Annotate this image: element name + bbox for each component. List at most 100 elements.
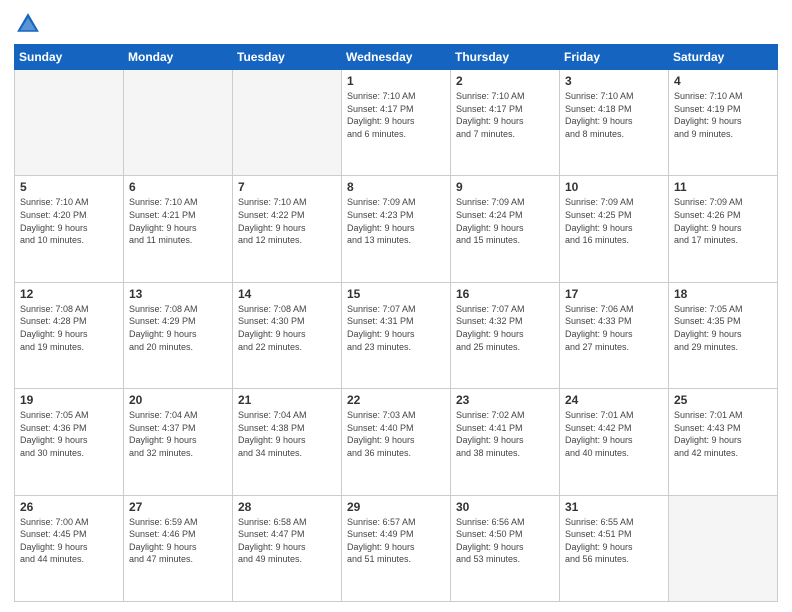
calendar-cell: 23Sunrise: 7:02 AM Sunset: 4:41 PM Dayli… — [451, 389, 560, 495]
day-number: 7 — [238, 180, 336, 194]
weekday-header-row: SundayMondayTuesdayWednesdayThursdayFrid… — [15, 45, 778, 70]
weekday-header-friday: Friday — [560, 45, 669, 70]
calendar-cell: 3 Sunrise: 7:10 AM Sunset: 4:18 PM Daylig… — [560, 70, 669, 176]
week-row-0: 1 Sunrise: 7:10 AM Sunset: 4:17 PM Daylig… — [15, 70, 778, 176]
logo — [14, 10, 46, 38]
day-info: Sunrise: 7:10 AM Sunset: 4:18 PM Dayligh… — [565, 90, 663, 140]
day-info: Sunrise: 7:03 AM Sunset: 4:40 PM Dayligh… — [347, 409, 445, 459]
calendar-cell: 12 Sunrise: 7:08 AM Sunset: 4:28 PM Dayli… — [15, 282, 124, 388]
day-info: Sunrise: 7:09 AM Sunset: 4:23 PM Dayligh… — [347, 196, 445, 246]
day-number: 6 — [129, 180, 227, 194]
day-info: Sunrise: 7:10 AM Sunset: 4:21 PM Dayligh… — [129, 196, 227, 246]
calendar-cell: 8 Sunrise: 7:09 AM Sunset: 4:23 PM Daylig… — [342, 176, 451, 282]
day-number: 17 — [565, 287, 663, 301]
day-number: 29 — [347, 500, 445, 514]
calendar-cell: 4Sunrise: 7:10 AM Sunset: 4:19 PM Daylig… — [669, 70, 778, 176]
week-row-4: 26Sunrise: 7:00 AM Sunset: 4:45 PM Dayli… — [15, 495, 778, 601]
calendar-cell: 1 Sunrise: 7:10 AM Sunset: 4:17 PM Daylig… — [342, 70, 451, 176]
calendar-cell: 17 Sunrise: 7:06 AM Sunset: 4:33 PM Dayli… — [560, 282, 669, 388]
calendar-cell — [233, 70, 342, 176]
weekday-header-thursday: Thursday — [451, 45, 560, 70]
day-info: Sunrise: 7:07 AM Sunset: 4:31 PM Dayligh… — [347, 303, 445, 353]
calendar-cell: 19 Sunrise: 7:05 AM Sunset: 4:36 PM Dayli… — [15, 389, 124, 495]
calendar-cell: 20 Sunrise: 7:04 AM Sunset: 4:37 PM Dayli… — [124, 389, 233, 495]
calendar-cell: 10Sunrise: 7:09 AM Sunset: 4:25 PM Dayli… — [560, 176, 669, 282]
day-number: 20 — [129, 393, 227, 407]
calendar-cell: 29 Sunrise: 6:57 AM Sunset: 4:49 PM Dayli… — [342, 495, 451, 601]
calendar-cell: 25 Sunrise: 7:01 AM Sunset: 4:43 PM Dayli… — [669, 389, 778, 495]
day-number: 19 — [20, 393, 118, 407]
calendar-cell: 26Sunrise: 7:00 AM Sunset: 4:45 PM Dayli… — [15, 495, 124, 601]
day-number: 13 — [129, 287, 227, 301]
day-number: 5 — [20, 180, 118, 194]
week-row-2: 12 Sunrise: 7:08 AM Sunset: 4:28 PM Dayli… — [15, 282, 778, 388]
day-info: Sunrise: 7:04 AM Sunset: 4:37 PM Dayligh… — [129, 409, 227, 459]
week-row-1: 5 Sunrise: 7:10 AM Sunset: 4:20 PM Daylig… — [15, 176, 778, 282]
day-number: 27 — [129, 500, 227, 514]
day-info: Sunrise: 6:57 AM Sunset: 4:49 PM Dayligh… — [347, 516, 445, 566]
weekday-header-tuesday: Tuesday — [233, 45, 342, 70]
calendar-cell: 11 Sunrise: 7:09 AM Sunset: 4:26 PM Dayli… — [669, 176, 778, 282]
day-info: Sunrise: 7:04 AM Sunset: 4:38 PM Dayligh… — [238, 409, 336, 459]
day-number: 16 — [456, 287, 554, 301]
weekday-header-wednesday: Wednesday — [342, 45, 451, 70]
day-number: 14 — [238, 287, 336, 301]
day-number: 10 — [565, 180, 663, 194]
day-number: 2 — [456, 74, 554, 88]
day-number: 8 — [347, 180, 445, 194]
day-number: 31 — [565, 500, 663, 514]
day-info: Sunrise: 7:07 AM Sunset: 4:32 PM Dayligh… — [456, 303, 554, 353]
day-info: Sunrise: 6:58 AM Sunset: 4:47 PM Dayligh… — [238, 516, 336, 566]
calendar-cell: 6 Sunrise: 7:10 AM Sunset: 4:21 PM Daylig… — [124, 176, 233, 282]
day-info: Sunrise: 7:06 AM Sunset: 4:33 PM Dayligh… — [565, 303, 663, 353]
day-info: Sunrise: 7:01 AM Sunset: 4:42 PM Dayligh… — [565, 409, 663, 459]
day-info: Sunrise: 7:10 AM Sunset: 4:22 PM Dayligh… — [238, 196, 336, 246]
day-number: 3 — [565, 74, 663, 88]
day-number: 24 — [565, 393, 663, 407]
calendar-cell: 31Sunrise: 6:55 AM Sunset: 4:51 PM Dayli… — [560, 495, 669, 601]
logo-icon — [14, 10, 42, 38]
calendar-table: SundayMondayTuesdayWednesdayThursdayFrid… — [14, 44, 778, 602]
calendar-cell: 21 Sunrise: 7:04 AM Sunset: 4:38 PM Dayli… — [233, 389, 342, 495]
calendar-cell: 5 Sunrise: 7:10 AM Sunset: 4:20 PM Daylig… — [15, 176, 124, 282]
day-number: 9 — [456, 180, 554, 194]
day-number: 30 — [456, 500, 554, 514]
day-info: Sunrise: 7:10 AM Sunset: 4:17 PM Dayligh… — [456, 90, 554, 140]
calendar-cell — [669, 495, 778, 601]
weekday-header-sunday: Sunday — [15, 45, 124, 70]
calendar-cell: 14 Sunrise: 7:08 AM Sunset: 4:30 PM Dayli… — [233, 282, 342, 388]
calendar-cell — [124, 70, 233, 176]
day-number: 18 — [674, 287, 772, 301]
day-info: Sunrise: 7:02 AM Sunset: 4:41 PM Dayligh… — [456, 409, 554, 459]
day-number: 4 — [674, 74, 772, 88]
day-number: 21 — [238, 393, 336, 407]
header — [14, 10, 778, 38]
calendar-cell: 30 Sunrise: 6:56 AM Sunset: 4:50 PM Dayli… — [451, 495, 560, 601]
day-number: 25 — [674, 393, 772, 407]
calendar-cell: 9 Sunrise: 7:09 AM Sunset: 4:24 PM Daylig… — [451, 176, 560, 282]
calendar-cell: 18Sunrise: 7:05 AM Sunset: 4:35 PM Dayli… — [669, 282, 778, 388]
calendar-cell: 7 Sunrise: 7:10 AM Sunset: 4:22 PM Daylig… — [233, 176, 342, 282]
day-number: 11 — [674, 180, 772, 194]
day-info: Sunrise: 7:01 AM Sunset: 4:43 PM Dayligh… — [674, 409, 772, 459]
calendar-cell: 15Sunrise: 7:07 AM Sunset: 4:31 PM Dayli… — [342, 282, 451, 388]
week-row-3: 19 Sunrise: 7:05 AM Sunset: 4:36 PM Dayli… — [15, 389, 778, 495]
day-info: Sunrise: 7:08 AM Sunset: 4:29 PM Dayligh… — [129, 303, 227, 353]
day-info: Sunrise: 7:08 AM Sunset: 4:28 PM Dayligh… — [20, 303, 118, 353]
calendar-cell: 24 Sunrise: 7:01 AM Sunset: 4:42 PM Dayli… — [560, 389, 669, 495]
day-info: Sunrise: 7:09 AM Sunset: 4:24 PM Dayligh… — [456, 196, 554, 246]
day-info: Sunrise: 7:05 AM Sunset: 4:36 PM Dayligh… — [20, 409, 118, 459]
calendar-cell: 28Sunrise: 6:58 AM Sunset: 4:47 PM Dayli… — [233, 495, 342, 601]
day-number: 22 — [347, 393, 445, 407]
day-info: Sunrise: 7:10 AM Sunset: 4:20 PM Dayligh… — [20, 196, 118, 246]
day-info: Sunrise: 6:56 AM Sunset: 4:50 PM Dayligh… — [456, 516, 554, 566]
day-info: Sunrise: 7:00 AM Sunset: 4:45 PM Dayligh… — [20, 516, 118, 566]
calendar-cell: 22 Sunrise: 7:03 AM Sunset: 4:40 PM Dayli… — [342, 389, 451, 495]
day-number: 12 — [20, 287, 118, 301]
calendar-cell — [15, 70, 124, 176]
day-info: Sunrise: 7:10 AM Sunset: 4:17 PM Dayligh… — [347, 90, 445, 140]
day-info: Sunrise: 7:08 AM Sunset: 4:30 PM Dayligh… — [238, 303, 336, 353]
calendar-cell: 2 Sunrise: 7:10 AM Sunset: 4:17 PM Daylig… — [451, 70, 560, 176]
day-info: Sunrise: 7:09 AM Sunset: 4:26 PM Dayligh… — [674, 196, 772, 246]
day-number: 1 — [347, 74, 445, 88]
